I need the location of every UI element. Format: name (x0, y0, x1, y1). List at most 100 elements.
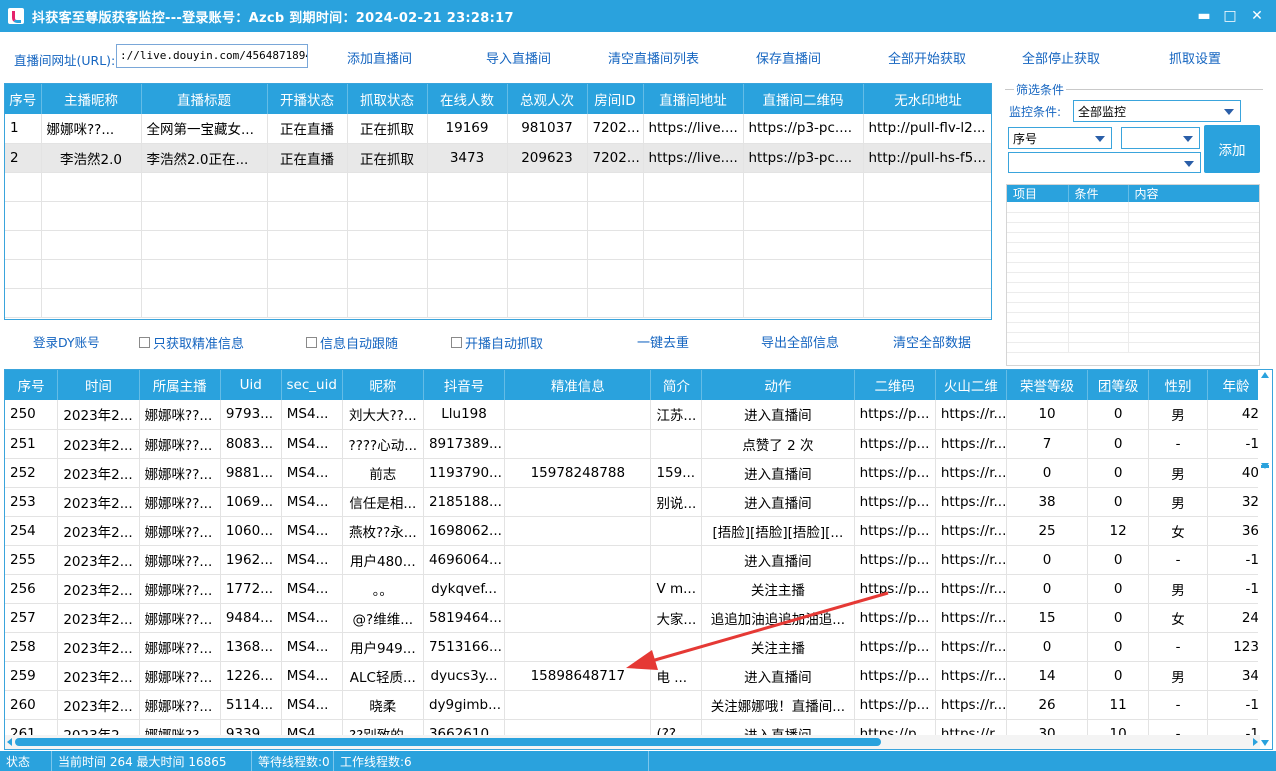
login-account-button[interactable]: 登录DY账号 (33, 332, 100, 351)
close-button[interactable]: ✕ (1240, 0, 1274, 32)
col-header[interactable]: 简介 (650, 370, 703, 400)
room-table[interactable]: 序号 主播昵称 直播标题 开播状态 抓取状态 在线人数 总观人次 房间ID 直播… (4, 83, 992, 320)
col-header[interactable]: Uid (220, 370, 282, 400)
room-row[interactable]: 1 娜娜咪??... 全网第一宝藏女... 正在直播 正在抓取 19169 98… (5, 114, 991, 144)
checkbox-box[interactable] (306, 337, 317, 348)
import-room-button[interactable]: 导入直播间 (486, 48, 551, 67)
filter-value-input[interactable] (1008, 152, 1201, 173)
col-header[interactable]: 开播状态 (267, 84, 348, 114)
field-select[interactable]: 序号 (1008, 127, 1112, 149)
auto-grab-checkbox[interactable]: 开播自动抓取 (451, 333, 543, 352)
user-row[interactable]: 258 2023年2... 娜娜咪??... 1368... MS4... 用户949..… (5, 632, 1265, 662)
save-room-button[interactable]: 保存直播间 (756, 48, 821, 67)
add-filter-button[interactable]: 添加 (1204, 125, 1260, 173)
col-header[interactable]: 在线人数 (427, 84, 508, 114)
cell (650, 429, 703, 459)
cell: 254 (5, 516, 59, 546)
grab-settings-button[interactable]: 抓取设置 (1169, 48, 1221, 67)
export-all-button[interactable]: 导出全部信息 (761, 332, 839, 351)
col-header[interactable]: 动作 (701, 370, 855, 400)
col-header[interactable]: 二维码 (854, 370, 936, 400)
cell: 娜娜咪??... (139, 632, 221, 662)
add-room-button[interactable]: 添加直播间 (347, 48, 412, 67)
col-header[interactable]: 抖音号 (423, 370, 506, 400)
precise-only-checkbox[interactable]: 只获取精准信息 (139, 333, 244, 352)
cell (504, 429, 652, 459)
clear-all-button[interactable]: 清空全部数据 (893, 332, 971, 351)
user-row[interactable]: 251 2023年2... 娜娜咪??... 8083... MS4... ????心动.… (5, 429, 1265, 459)
stop-all-button[interactable]: 全部停止获取 (1022, 48, 1100, 67)
cell: https://r... (935, 516, 1007, 546)
col-header[interactable]: 团等级 (1087, 370, 1150, 400)
scroll-left-icon[interactable] (5, 735, 15, 749)
user-row[interactable]: 250 2023年2... 娜娜咪??... 9793... MS4... 刘大大??..… (5, 400, 1265, 430)
checkbox-box[interactable] (139, 337, 150, 348)
status-label: 状态 (0, 751, 52, 771)
col-header[interactable]: 无水印地址 (863, 84, 991, 114)
user-row[interactable]: 254 2023年2... 娜娜咪??... 1060... MS4... 燕枚??永..… (5, 516, 1265, 546)
user-row[interactable]: 259 2023年2... 娜娜咪??... 1226... MS4... ALC轻质..… (5, 661, 1265, 691)
clear-room-list-button[interactable]: 清空直播间列表 (608, 48, 699, 67)
cell: MS4... (281, 429, 343, 459)
col-header[interactable]: 房间ID (587, 84, 644, 114)
horizontal-scroll-thumb[interactable] (15, 738, 881, 746)
vertical-scrollbar[interactable] (1258, 370, 1272, 749)
cell: 进入直播间 (701, 458, 855, 488)
cell: 晓柔 (342, 690, 424, 720)
cell: https://p... (854, 458, 936, 488)
col-header[interactable]: 抓取状态 (347, 84, 428, 114)
cell: - (1148, 429, 1208, 459)
col-header[interactable]: 时间 (57, 370, 140, 400)
dedupe-button[interactable]: 一键去重 (637, 332, 689, 351)
cell: http://pull-flv-l2... (863, 114, 991, 144)
col-header[interactable]: sec_uid (281, 370, 343, 400)
col-header[interactable]: 性别 (1148, 370, 1208, 400)
user-row[interactable]: 256 2023年2... 娜娜咪??... 1772... MS4...。。 dykqv… (5, 574, 1265, 604)
url-input[interactable]: ://live.douyin.com/456487189414 (116, 44, 308, 68)
col-header[interactable]: 序号 (5, 84, 42, 114)
cell: https://r... (935, 661, 1007, 691)
col-header[interactable]: 年龄 (1207, 370, 1265, 400)
cell: -1 (1207, 574, 1265, 604)
cell: 11 (1087, 690, 1150, 720)
cell: MS4... (281, 545, 343, 575)
auto-follow-checkbox[interactable]: 信息自动跟随 (306, 333, 398, 352)
room-row[interactable]: 2 李浩然2.0 李浩然2.0正在... 正在直播 正在抓取 3473 2096… (5, 143, 991, 173)
cell: 0 (1087, 603, 1150, 633)
cell: 256 (5, 574, 59, 604)
cell: 追追加油追追加油追... (701, 603, 855, 633)
col-header[interactable]: 火山二维 (935, 370, 1007, 400)
user-row[interactable]: 252 2023年2... 娜娜咪??... 9881... MS4... 前志 11937… (5, 458, 1265, 488)
horizontal-scrollbar[interactable] (5, 735, 1260, 749)
col-header[interactable]: 直播间地址 (643, 84, 744, 114)
scroll-right-icon[interactable] (1250, 735, 1260, 749)
cell: dy9gimb... (423, 690, 506, 720)
col-header[interactable]: 所属主播 (139, 370, 221, 400)
user-table[interactable]: 序号 时间 所属主播 Uid sec_uid 昵称 抖音号 精准信息 简介 动作 二维码 火山二维 荣誉… (4, 369, 1273, 750)
filter-table[interactable]: 项目 条件 内容 (1006, 184, 1260, 366)
condition-label: 监控条件: (1009, 105, 1062, 119)
cell: 209623 (507, 143, 588, 173)
checkbox-box[interactable] (451, 337, 462, 348)
cell: https://r... (935, 603, 1007, 633)
user-row[interactable]: 255 2023年2... 娜娜咪??... 1962... MS4... 用户480..… (5, 545, 1265, 575)
user-row[interactable]: 253 2023年2... 娜娜咪??... 1069... MS4... 信任是相...… (5, 487, 1265, 517)
col-header[interactable]: 精准信息 (504, 370, 652, 400)
col-header[interactable]: 总观人次 (507, 84, 588, 114)
col-header[interactable]: 昵称 (342, 370, 424, 400)
operator-select[interactable] (1121, 127, 1200, 149)
col-header[interactable]: 直播间二维码 (743, 84, 864, 114)
cell: 15898648717 (504, 661, 652, 691)
col-header[interactable]: 直播标题 (141, 84, 268, 114)
col-header[interactable]: 荣誉等级 (1006, 370, 1089, 400)
user-row[interactable]: 257 2023年2... 娜娜咪??... 9484... MS4... @?维维...… (5, 603, 1265, 633)
cell: 12 (1087, 516, 1150, 546)
condition-select[interactable]: 全部监控 (1073, 100, 1241, 122)
user-row[interactable]: 260 2023年2... 娜娜咪??... 5114... MS4... 晓柔 dy9gi… (5, 690, 1265, 720)
cell: - (1148, 632, 1208, 662)
cell: https://p... (854, 545, 936, 575)
col-header[interactable]: 序号 (5, 370, 59, 400)
col-header[interactable]: 主播昵称 (41, 84, 142, 114)
cell (504, 516, 652, 546)
start-all-button[interactable]: 全部开始获取 (888, 48, 966, 67)
